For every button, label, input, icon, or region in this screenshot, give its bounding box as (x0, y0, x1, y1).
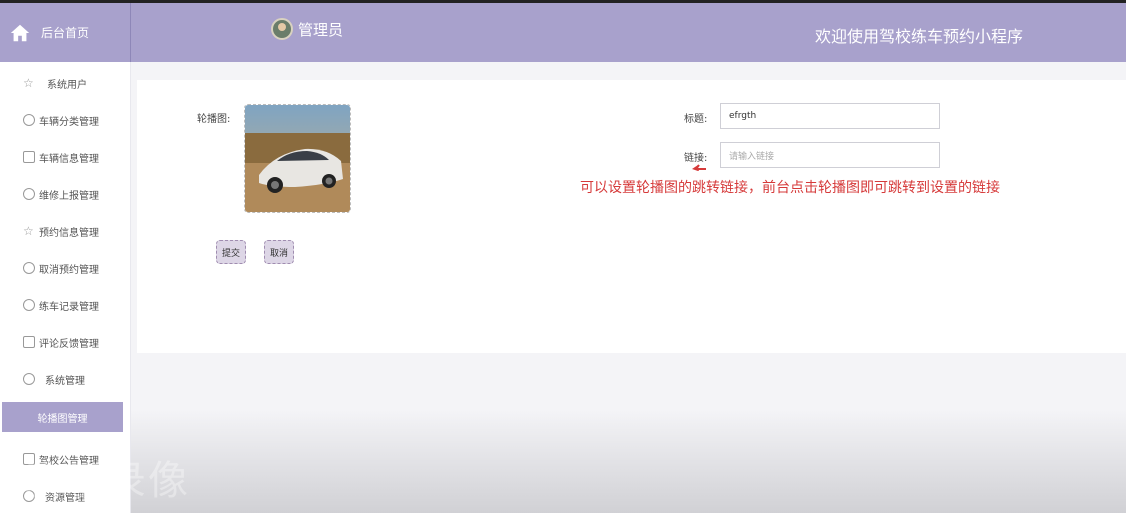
admin-name: 管理员 (298, 20, 344, 39)
car-image (245, 105, 350, 212)
video-overlay (131, 410, 1126, 513)
circle-icon (23, 262, 35, 274)
edit-form: 轮播图: 提交 取消 标题: efrgth 链接: 请输入链接 可以设置轮播图的… (137, 80, 1126, 353)
cancel-button[interactable]: 取消 (264, 240, 294, 264)
sidebar-item-repair-report[interactable]: 维修上报管理 (0, 179, 131, 209)
sidebar: ☆ 系统用户 车辆分类管理 车辆信息管理 维修上报管理 ☆ 预约信息管理 取消预… (0, 62, 131, 513)
sidebar-item-label: 系统用户 (47, 79, 87, 91)
sidebar-item-vehicle-category[interactable]: 车辆分类管理 (0, 105, 131, 135)
sidebar-item-label: 评论反馈管理 (39, 338, 99, 350)
moon-icon (23, 188, 35, 200)
title-label: 标题: (684, 114, 708, 125)
sidebar-item-practice-record[interactable]: 练车记录管理 (0, 290, 131, 320)
star-icon: ☆ (23, 224, 34, 238)
gear-icon (23, 373, 35, 385)
sidebar-item-label: 车辆信息管理 (39, 153, 99, 165)
arrow-icon (692, 164, 706, 171)
sidebar-item-booking-info[interactable]: ☆ 预约信息管理 (0, 216, 131, 246)
sidebar-item-announcement[interactable]: 驾校公告管理 (0, 444, 131, 474)
check-icon (23, 453, 35, 465)
title-input[interactable]: efrgth (720, 103, 940, 129)
submit-button[interactable]: 提交 (216, 240, 246, 264)
moon-icon (23, 490, 35, 502)
sidebar-item-label: 预约信息管理 (39, 227, 99, 239)
sidebar-item-system-manage[interactable]: 系统管理 (0, 364, 131, 394)
box-icon (23, 151, 35, 163)
star-icon: ☆ (23, 76, 34, 90)
link-input[interactable]: 请输入链接 (720, 142, 940, 168)
sidebar-item-carousel[interactable]: 轮播图管理 (2, 402, 123, 432)
sidebar-item-label: 资源管理 (45, 492, 85, 504)
sidebar-item-label: 轮播图管理 (37, 413, 88, 425)
carousel-image-upload[interactable] (244, 104, 351, 213)
home-link[interactable]: 后台首页 (0, 3, 131, 62)
admin-profile[interactable]: 管理员 (271, 18, 343, 40)
welcome-text: 欢迎使用驾校练车预约小程序 (815, 27, 1024, 46)
sidebar-item-system-users[interactable]: ☆ 系统用户 (0, 68, 131, 98)
image-label: 轮播图: (197, 114, 231, 125)
sidebar-item-label: 车辆分类管理 (39, 116, 99, 128)
check-icon (23, 336, 35, 348)
avatar (271, 18, 293, 40)
sidebar-item-vehicle-info[interactable]: 车辆信息管理 (0, 142, 131, 172)
sidebar-item-cancel-booking[interactable]: 取消预约管理 (0, 253, 131, 283)
clock-icon (23, 299, 35, 311)
sidebar-item-label: 取消预约管理 (39, 264, 99, 276)
sidebar-item-label: 练车记录管理 (39, 301, 99, 313)
link-label: 链接: (684, 153, 708, 164)
annotation-note: 可以设置轮播图的跳转链接，前台点击轮播图即可跳转到设置的链接 (580, 180, 1000, 196)
home-icon (10, 24, 30, 41)
top-bar: 后台首页 管理员 欢迎使用驾校练车预约小程序 (0, 0, 1126, 62)
sidebar-item-feedback[interactable]: 评论反馈管理 (0, 327, 131, 357)
home-label: 后台首页 (41, 26, 90, 40)
sidebar-item-label: 系统管理 (45, 375, 85, 387)
sidebar-item-label: 驾校公告管理 (39, 455, 99, 467)
clock-icon (23, 114, 35, 126)
sidebar-item-resources[interactable]: 资源管理 (0, 481, 131, 511)
sidebar-item-label: 维修上报管理 (39, 190, 99, 202)
